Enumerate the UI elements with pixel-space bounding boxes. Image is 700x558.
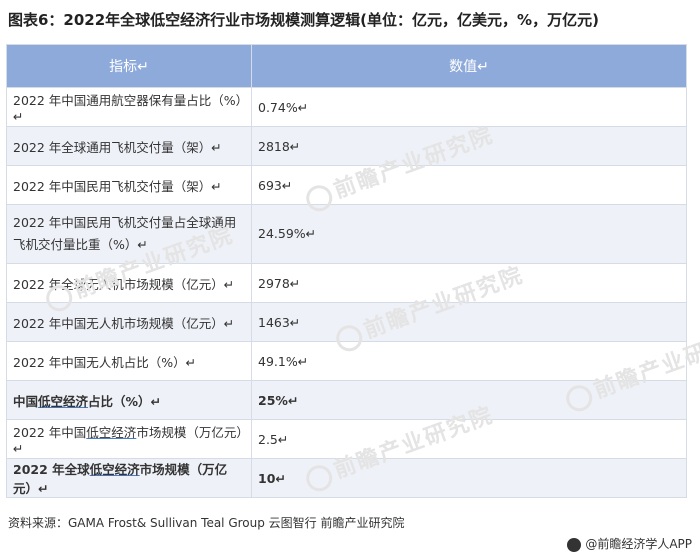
table-row: 2022 年中国民用飞机交付量占全球通用飞机交付量比重（%）↵ 24.59%↵ <box>6 204 687 264</box>
row-label: 2022 年中国低空经济市场规模（万亿元）↵ <box>6 419 252 459</box>
row-label: 中国低空经济占比（%）↵ <box>6 380 252 420</box>
table-row: 2022 年全球无人机市场规模（亿元）↵ 2978↵ <box>6 263 687 303</box>
row-label: 2022 年全球低空经济市场规模（万亿元）↵ <box>6 458 252 498</box>
row-label: 2022 年全球无人机市场规模（亿元）↵ <box>6 263 252 303</box>
table-row: 2022 年中国民用飞机交付量（架）↵ 693↵ <box>6 165 687 205</box>
table-row: 2022 年中国低空经济市场规模（万亿元）↵ 2.5↵ <box>6 419 687 459</box>
table-row: 2022 年全球低空经济市场规模（万亿元）↵ 10↵ <box>6 458 687 498</box>
row-value: 49.1%↵ <box>251 341 687 381</box>
table-row: 中国低空经济占比（%）↵ 25%↵ <box>6 380 687 420</box>
row-value: 24.59%↵ <box>251 204 687 264</box>
table-row: 2022 年中国无人机市场规模（亿元）↵ 1463↵ <box>6 302 687 342</box>
header-indicator: 指标↵ <box>6 44 252 88</box>
row-label: 2022 年中国民用飞机交付量（架）↵ <box>6 165 252 205</box>
row-label-prefix: 中国 <box>13 393 39 409</box>
table-row: 2022 年中国通用航空器保有量占比（%）↵ 0.74%↵ <box>6 87 687 127</box>
row-label-highlight: 低空经济 <box>89 462 140 477</box>
row-value: 10↵ <box>251 458 687 498</box>
row-value: 2.5↵ <box>251 419 687 459</box>
row-value: 2978↵ <box>251 263 687 303</box>
table-header-row: 指标↵ 数值↵ <box>6 44 687 88</box>
row-label-prefix: 2022 年全球 <box>13 462 90 477</box>
table-row: 2022 年全球通用飞机交付量（架）↵ 2818↵ <box>6 126 687 166</box>
market-size-table: 指标↵ 数值↵ 2022 年中国通用航空器保有量占比（%）↵ 0.74%↵ 20… <box>6 44 687 498</box>
row-value: 25%↵ <box>251 380 687 420</box>
row-label-highlight: 低空经济 <box>86 425 137 440</box>
row-label: 2022 年中国无人机市场规模（亿元）↵ <box>6 302 252 342</box>
footer-text: @前瞻经济学人APP <box>585 537 692 551</box>
row-label: 2022 年中国民用飞机交付量占全球通用飞机交付量比重（%）↵ <box>6 204 252 264</box>
row-value: 0.74%↵ <box>251 87 687 127</box>
figure-title: 图表6：2022年全球低空经济行业市场规模测算逻辑(单位：亿元，亿美元，%，万亿… <box>8 11 599 29</box>
table-row: 2022 年中国无人机占比（%）↵ 49.1%↵ <box>6 341 687 381</box>
row-value: 1463↵ <box>251 302 687 342</box>
row-label-prefix: 2022 年中国 <box>13 425 87 440</box>
brand-logo-icon <box>567 537 582 552</box>
row-label: 2022 年中国无人机占比（%）↵ <box>6 341 252 381</box>
row-value: 693↵ <box>251 165 687 205</box>
row-value: 2818↵ <box>251 126 687 166</box>
footer-brand: @前瞻经济学人APP <box>567 535 692 552</box>
row-label-suffix: 占比（%）↵ <box>88 393 162 409</box>
header-value: 数值↵ <box>251 44 687 88</box>
row-label: 2022 年全球通用飞机交付量（架）↵ <box>6 126 252 166</box>
source-note: 资料来源：GAMA Frost& Sullivan Teal Group 云图智… <box>8 516 405 530</box>
row-label-highlight: 低空经济 <box>38 393 89 409</box>
row-label: 2022 年中国通用航空器保有量占比（%）↵ <box>6 87 252 127</box>
